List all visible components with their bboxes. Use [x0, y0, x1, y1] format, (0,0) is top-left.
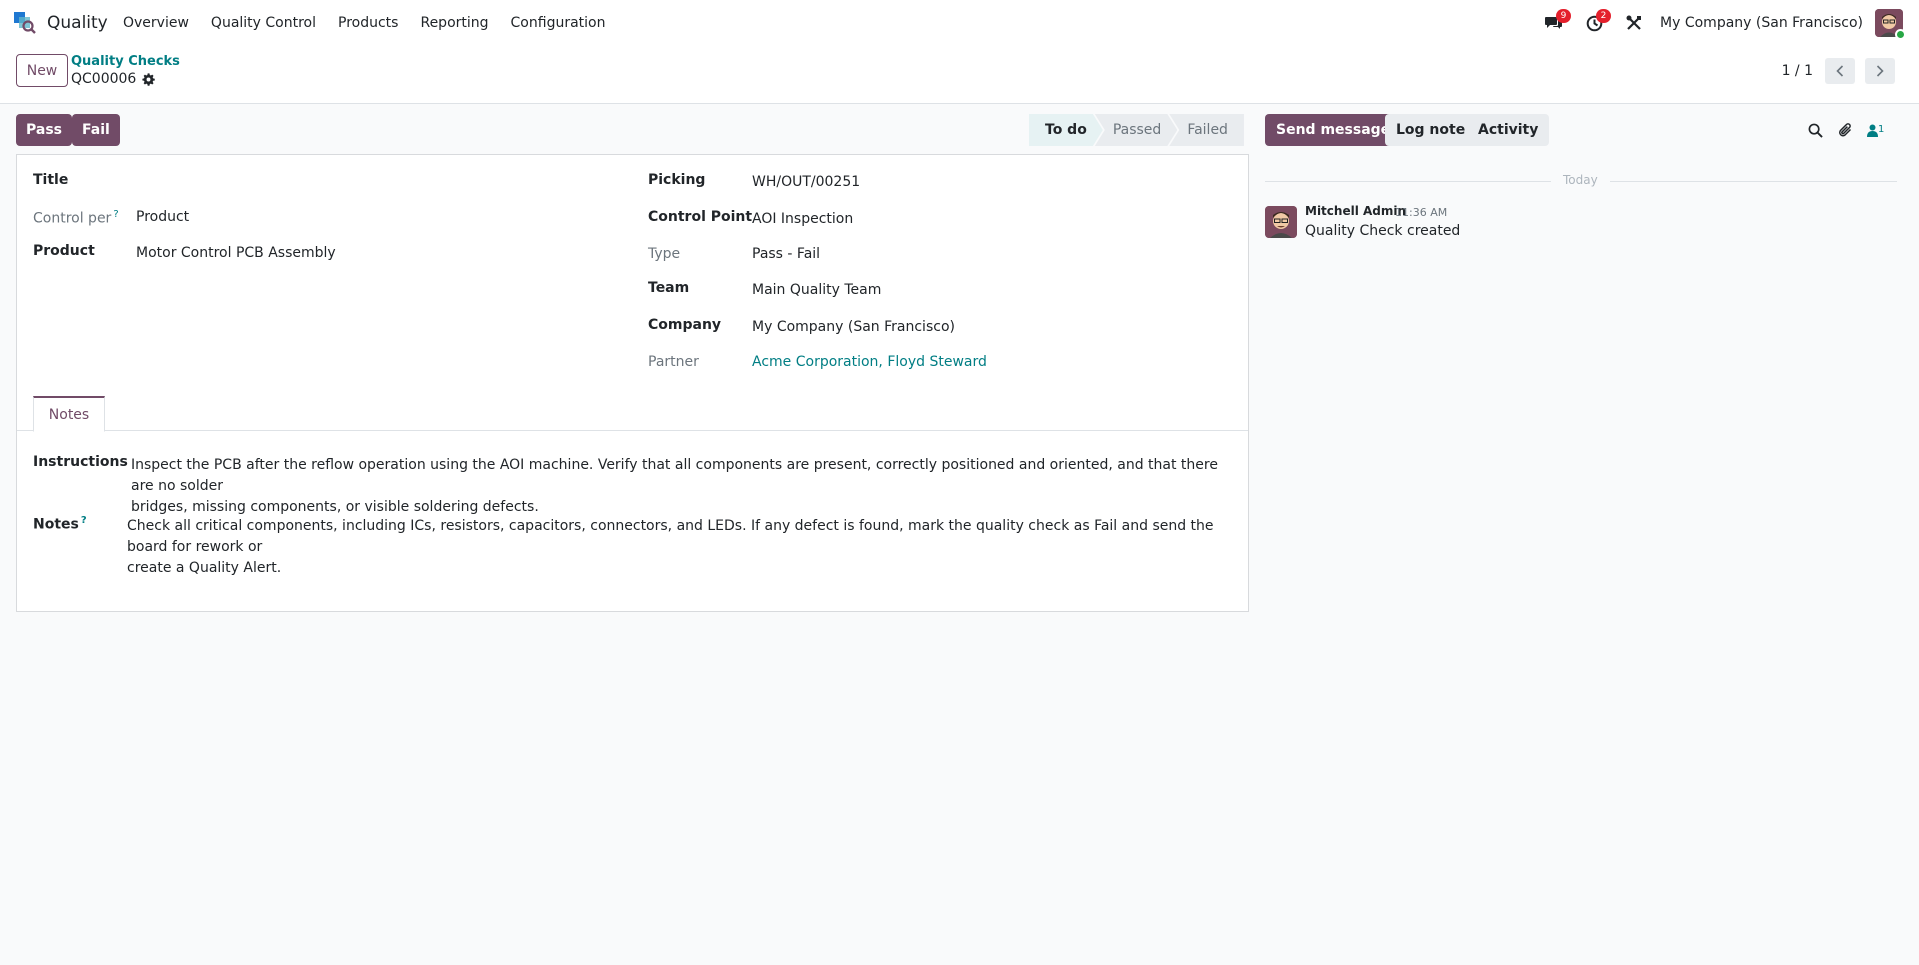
- stage-to-do[interactable]: To do: [1029, 114, 1103, 146]
- control-per-field[interactable]: Product: [136, 209, 189, 225]
- instructions-label: Instructions: [33, 454, 128, 470]
- chevron-right-icon: [1876, 65, 1884, 77]
- menu-configuration[interactable]: Configuration: [500, 0, 617, 46]
- stage-failed[interactable]: Failed: [1169, 114, 1244, 146]
- pager-next-button[interactable]: [1865, 58, 1895, 84]
- date-separator: Today: [1551, 173, 1610, 187]
- search-icon[interactable]: [1808, 123, 1823, 138]
- debug-tools-menu[interactable]: [1614, 0, 1654, 46]
- online-status-dot: [1895, 29, 1906, 40]
- top-navbar: Quality Overview Quality Control Product…: [0, 0, 1919, 46]
- followers-count: 1: [1878, 123, 1885, 135]
- control-point-label: Control Point: [648, 209, 753, 225]
- tab-notes[interactable]: Notes: [33, 396, 105, 432]
- team-field[interactable]: Main Quality Team: [752, 282, 881, 298]
- activities-badge: 2: [1596, 9, 1612, 23]
- messages-badge: 9: [1556, 9, 1572, 23]
- picking-field[interactable]: WH/OUT/00251: [752, 174, 860, 190]
- notes-help-tooltip-icon[interactable]: ?: [81, 515, 87, 526]
- messages-menu[interactable]: 9: [1534, 0, 1574, 46]
- notes-line-1: Check all critical components, including…: [127, 518, 1214, 555]
- record-name-text: QC00006: [71, 71, 137, 87]
- notes-line-2: create a Quality Alert.: [127, 560, 282, 576]
- instructions-line-1: Inspect the PCB after the reflow operati…: [131, 457, 1218, 494]
- activities-menu[interactable]: 2: [1574, 0, 1614, 46]
- company-switcher[interactable]: My Company (San Francisco): [1654, 15, 1875, 31]
- chevron-left-icon: [1836, 65, 1844, 77]
- gear-icon[interactable]: [142, 72, 156, 86]
- title-label: Title: [33, 172, 69, 188]
- menu-quality-control[interactable]: Quality Control: [200, 0, 327, 46]
- form-sheet: Title Control per? Product Product Motor…: [16, 154, 1249, 612]
- menu-reporting[interactable]: Reporting: [409, 0, 499, 46]
- menu-overview[interactable]: Overview: [112, 0, 200, 46]
- notes-field[interactable]: Check all critical components, including…: [127, 516, 1237, 579]
- new-button[interactable]: New: [16, 54, 68, 87]
- main-menu: Overview Quality Control Products Report…: [112, 0, 616, 46]
- message-author[interactable]: Mitchell Admin: [1305, 204, 1406, 218]
- partner-field[interactable]: Acme Corporation, Floyd Steward: [752, 354, 987, 370]
- type-label: Type: [648, 246, 681, 262]
- message-time: 11:36 AM: [1395, 206, 1448, 219]
- quality-app-icon[interactable]: [14, 12, 36, 34]
- log-note-button[interactable]: Log note: [1385, 114, 1477, 146]
- company-label: Company: [648, 317, 722, 333]
- user-icon: [1867, 124, 1878, 137]
- company-field[interactable]: My Company (San Francisco): [752, 319, 955, 335]
- notes-label-text: Notes: [33, 516, 79, 533]
- app-name[interactable]: Quality: [47, 13, 108, 33]
- fail-button[interactable]: Fail: [72, 114, 120, 146]
- control-per-label-text: Control per: [33, 210, 112, 227]
- record-name: QC00006: [71, 71, 156, 87]
- stage-passed[interactable]: Passed: [1095, 114, 1177, 146]
- followers-button[interactable]: 1: [1867, 124, 1884, 137]
- menu-products[interactable]: Products: [327, 0, 409, 46]
- breadcrumb-quality-checks[interactable]: Quality Checks: [71, 54, 180, 69]
- control-per-label: Control per?: [33, 209, 119, 227]
- instructions-line-2: bridges, missing components, or visible …: [131, 499, 539, 515]
- pager-value[interactable]: 1 / 1: [1782, 63, 1813, 79]
- instructions-field[interactable]: Inspect the PCB after the reflow operati…: [131, 455, 1231, 518]
- control-point-field[interactable]: AOI Inspection: [752, 211, 853, 227]
- help-tooltip-icon[interactable]: ?: [113, 209, 118, 220]
- author-avatar-icon: [1265, 206, 1297, 238]
- pass-button[interactable]: Pass: [16, 114, 72, 146]
- picking-label: Picking: [648, 172, 706, 188]
- product-field[interactable]: Motor Control PCB Assembly: [136, 245, 336, 261]
- product-label: Product: [33, 243, 95, 259]
- message-author-avatar[interactable]: [1265, 206, 1297, 238]
- type-field[interactable]: Pass - Fail: [752, 246, 820, 262]
- chatter-topbar-icons: 1: [1808, 114, 1884, 146]
- status-stages: To do Passed Failed: [1029, 114, 1244, 146]
- pager-previous-button[interactable]: [1825, 58, 1855, 84]
- activity-button[interactable]: Activity: [1467, 114, 1550, 146]
- notebook-tabs: Notes: [17, 396, 1248, 432]
- user-avatar[interactable]: [1875, 9, 1906, 40]
- tools-icon: [1626, 15, 1642, 30]
- message-body: Quality Check created: [1305, 223, 1461, 239]
- control-panel: New Quality Checks QC00006 1 / 1: [0, 46, 1919, 104]
- team-label: Team: [648, 280, 690, 296]
- notes-label: Notes?: [33, 515, 87, 533]
- partner-label: Partner: [648, 354, 699, 370]
- send-message-button[interactable]: Send message: [1265, 114, 1402, 146]
- paperclip-icon[interactable]: [1837, 122, 1853, 138]
- pager: 1 / 1: [1782, 58, 1895, 84]
- systray: 9 2 My Company (San Francisco): [1534, 0, 1919, 46]
